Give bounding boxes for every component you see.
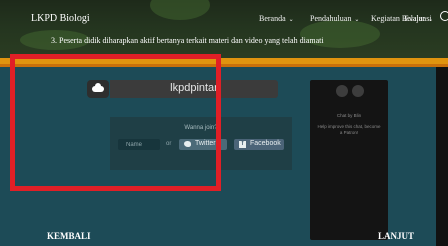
facebook-label: Facebook: [250, 140, 281, 147]
facebook-icon: f: [239, 141, 246, 148]
instruction-text: 3. Peserta didik diharapkan aktif bertan…: [51, 36, 324, 45]
nav-item-label: Evaluasi: [404, 14, 432, 23]
facebook-login-button[interactable]: f Facebook: [234, 139, 284, 150]
next-button[interactable]: LANJUT: [378, 231, 414, 241]
site-brand[interactable]: LKPD Biologi: [31, 13, 90, 24]
nav-item-label: Pendahuluan: [310, 14, 352, 23]
chevron-down-icon: ⌄: [288, 17, 294, 23]
background-foliage: [150, 0, 210, 20]
side-panel-credit: Chat by Blin: [336, 113, 362, 118]
right-edge-panel: [436, 67, 448, 246]
search-icon[interactable]: [440, 11, 448, 21]
top-navbar: [0, 0, 448, 60]
nav-item-pendahuluan[interactable]: Pendahuluan ⌄: [310, 14, 359, 23]
back-button[interactable]: KEMBALI: [47, 231, 91, 241]
chat-bubble-icon[interactable]: [336, 85, 348, 97]
nav-item-label: Beranda: [259, 14, 286, 23]
side-panel-note[interactable]: Help improve this chat, become a Patron!: [310, 124, 388, 136]
nav-item-beranda[interactable]: Beranda ⌄: [259, 14, 294, 23]
chevron-down-icon: ⌄: [354, 17, 360, 23]
nav-item-evaluasi[interactable]: Evaluasi: [404, 14, 432, 23]
chat-side-panel: Chat by Blin Help improve this chat, bec…: [310, 80, 388, 240]
user-icon[interactable]: [352, 85, 364, 97]
highlight-annotation: [10, 54, 221, 191]
